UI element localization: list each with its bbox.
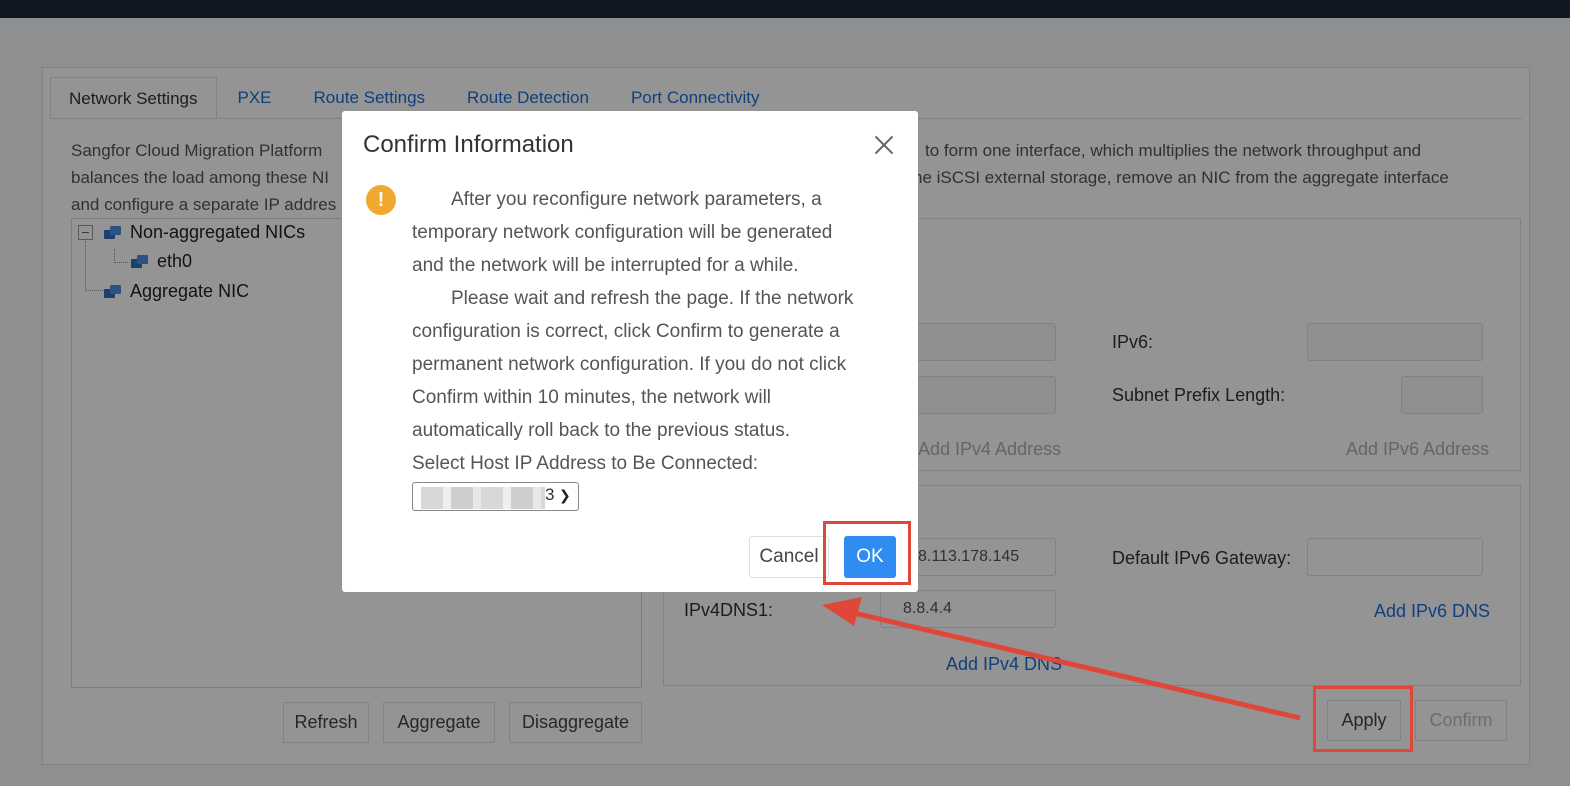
arrow-head-icon bbox=[822, 597, 862, 626]
arrow-shaft bbox=[849, 609, 1301, 721]
annotation-arrow bbox=[822, 597, 1301, 721]
